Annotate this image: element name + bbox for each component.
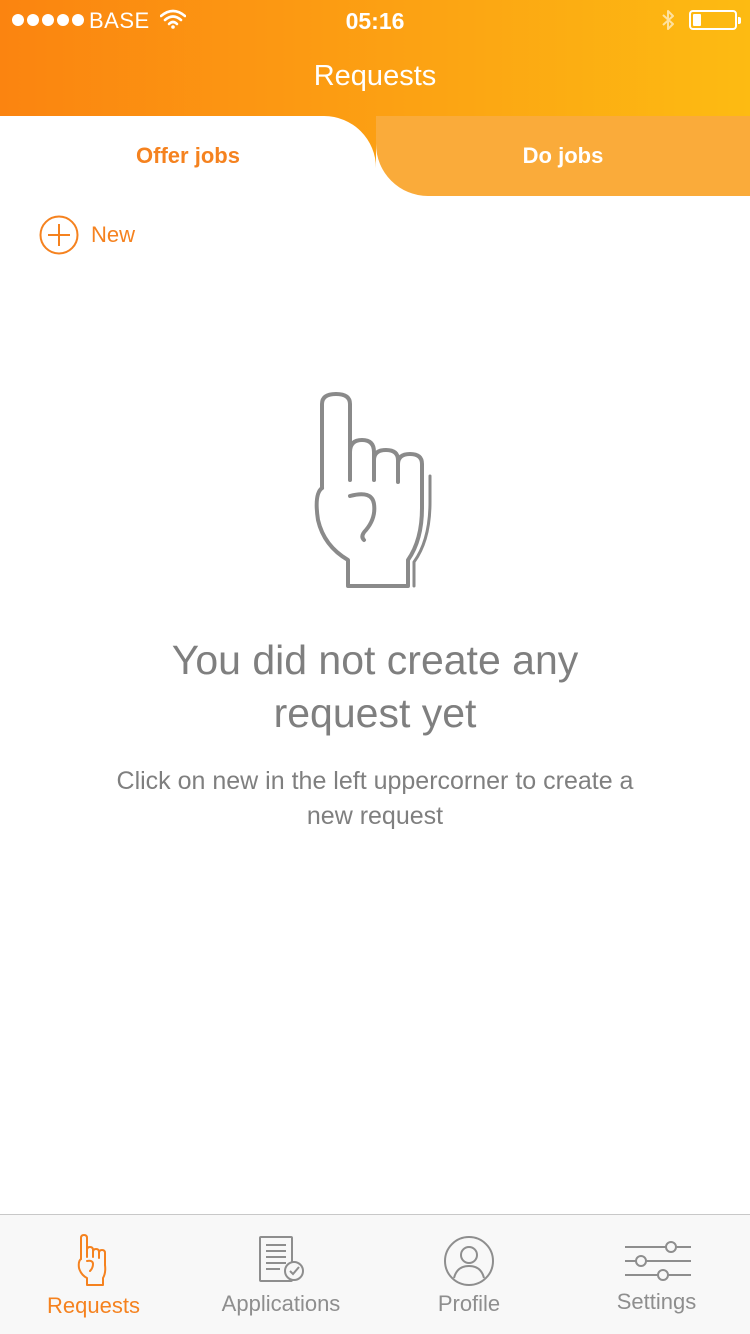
pointing-hand-icon <box>314 392 432 588</box>
status-bar: BASE 05:16 <box>0 0 750 40</box>
tab-profile[interactable]: Profile <box>375 1215 563 1334</box>
header-bar: BASE 05:16 Requests Do jobs Offer jobs <box>0 0 750 196</box>
tab-settings[interactable]: Settings <box>563 1215 750 1334</box>
tab-requests-label: Requests <box>47 1293 140 1318</box>
battery-level <box>693 14 701 26</box>
battery-icon <box>689 10 741 30</box>
clock: 05:16 <box>345 8 405 34</box>
sliders-icon <box>624 1241 691 1281</box>
tab-requests[interactable]: Requests <box>0 1215 187 1334</box>
tab-applications-label: Applications <box>221 1291 341 1316</box>
tab-settings-label: Settings <box>616 1289 697 1314</box>
empty-state-subtitle: Click on new in the left uppercorner to … <box>116 767 634 830</box>
plus-circle-icon <box>39 215 79 255</box>
tab-applications[interactable]: Applications <box>187 1215 375 1334</box>
tab-profile-label: Profile <box>437 1291 501 1316</box>
bottom-tab-bar: Requests Applications Profile Settings <box>0 1214 750 1334</box>
new-request-label: New <box>91 222 136 247</box>
bluetooth-icon <box>662 10 674 30</box>
empty-state-title: You did not create any request yet <box>171 637 579 736</box>
tab-do-jobs[interactable]: Do jobs <box>376 116 750 196</box>
pointing-hand-icon <box>77 1234 106 1286</box>
tab-offer-jobs[interactable]: Offer jobs <box>0 116 376 196</box>
segment-tabs: Do jobs Offer jobs <box>0 116 750 196</box>
page-title: Requests <box>313 60 437 92</box>
person-icon <box>444 1236 494 1286</box>
new-request-button[interactable]: New <box>39 215 135 255</box>
document-check-icon <box>259 1236 304 1282</box>
